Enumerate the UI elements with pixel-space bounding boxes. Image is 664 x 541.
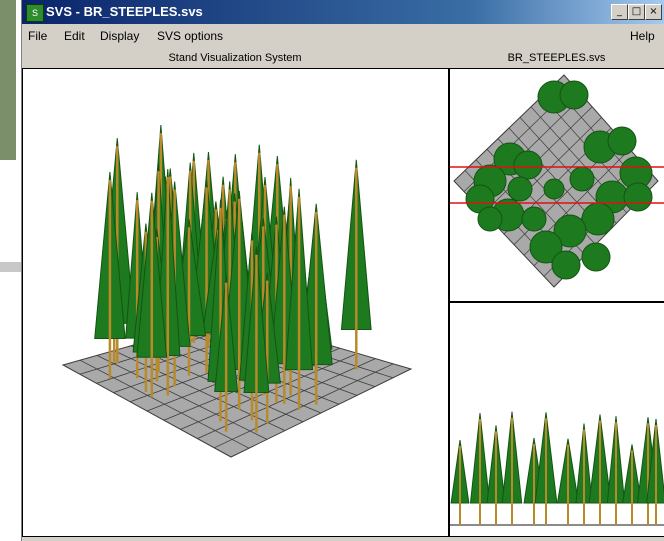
profile-view-pane[interactable] (449, 302, 664, 537)
profile-tree (575, 423, 593, 525)
tree-crown (507, 176, 533, 202)
tree-crown (569, 166, 595, 192)
maximize-icon[interactable]: □ (628, 4, 645, 20)
profile-view-canvas (450, 411, 664, 526)
perspective-view-pane[interactable] (22, 68, 449, 537)
minimize-icon[interactable]: _ (611, 4, 628, 20)
svs-app-icon[interactable]: S (26, 4, 44, 22)
tree-crown (607, 126, 637, 156)
profile-tree (622, 444, 642, 525)
background-window-edge (0, 262, 21, 272)
perspective-view-canvas (61, 125, 413, 458)
title-bar[interactable]: S SVS - BR_STEEPLES.svs _ □ × (22, 0, 664, 24)
svs-window: S SVS - BR_STEEPLES.svs _ □ × File Edit … (21, 0, 664, 541)
tree-crown (551, 250, 581, 280)
profile-tree (556, 438, 580, 525)
background-window-fragment (0, 0, 16, 160)
menu-svs-options[interactable]: SVS options (157, 29, 223, 43)
menu-bar: File Edit Display SVS options Help (22, 26, 664, 48)
overhead-view-canvas (450, 74, 664, 288)
desktop-background (0, 0, 21, 541)
profile-tree (588, 414, 612, 525)
profile-tree (606, 416, 626, 525)
profile-tree (450, 440, 470, 525)
tree-crown (477, 206, 503, 232)
tree-crown (521, 206, 547, 232)
tree-crown (559, 80, 589, 110)
menu-help[interactable]: Help (630, 29, 655, 43)
menu-display[interactable]: Display (100, 29, 139, 43)
tree-crown (623, 182, 653, 212)
window-title: SVS - BR_STEEPLES.svs (46, 4, 203, 19)
tree-crown (513, 150, 543, 180)
menu-file[interactable]: File (28, 29, 47, 43)
tree-crown (581, 202, 615, 236)
side-view-header: BR_STEEPLES.svs (450, 50, 663, 66)
profile-tree (469, 412, 491, 525)
overhead-view-pane[interactable] (449, 68, 664, 302)
tree (340, 159, 372, 370)
profile-tree (486, 425, 506, 525)
profile-tree (501, 411, 523, 525)
tree-crown (581, 242, 611, 272)
main-view-header: Stand Visualization System (22, 50, 448, 66)
close-icon[interactable]: × (645, 4, 662, 20)
menu-edit[interactable]: Edit (64, 29, 85, 43)
tree-crown (543, 178, 565, 200)
